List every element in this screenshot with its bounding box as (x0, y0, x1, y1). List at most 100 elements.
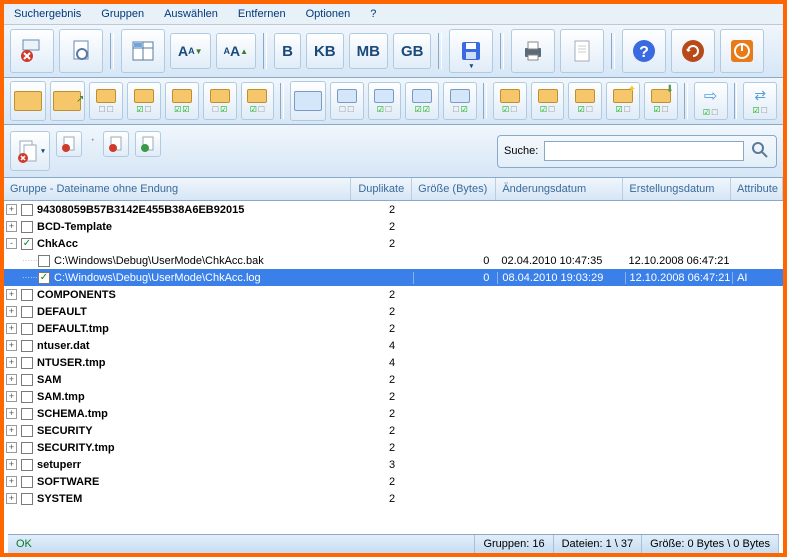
bfolder-cc-button[interactable]: ☑☑ (405, 82, 439, 120)
print-button[interactable] (511, 29, 555, 73)
expand-icon[interactable]: + (6, 459, 17, 470)
arrow-right-button[interactable]: ⇨☑☐ (694, 82, 728, 120)
expand-icon[interactable]: + (6, 374, 17, 385)
menu-entfernen[interactable]: Entfernen (234, 6, 290, 22)
menu-gruppen[interactable]: Gruppen (97, 6, 148, 22)
doc-x2-button[interactable] (103, 131, 129, 157)
checkbox[interactable] (21, 459, 33, 471)
expand-icon[interactable]: + (6, 391, 17, 402)
file-tree[interactable]: +94308059B57B3142E455B38A6EB920152+BCD-T… (4, 201, 783, 521)
expand-icon[interactable]: + (6, 221, 17, 232)
y2-button[interactable]: ☑☐ (531, 82, 565, 120)
search-input[interactable] (544, 141, 744, 161)
menu-optionen[interactable]: Optionen (302, 6, 355, 22)
checkbox[interactable] (21, 204, 33, 216)
checkbox[interactable] (21, 408, 33, 420)
group-row[interactable]: +SAM.tmp2 (4, 388, 783, 405)
checkbox[interactable]: ✓ (21, 238, 33, 250)
header-created[interactable]: Erstellungsdatum (623, 178, 731, 200)
group-row[interactable]: +SECURITY.tmp2 (4, 439, 783, 456)
group-row[interactable]: +SCHEMA.tmp2 (4, 405, 783, 422)
font-increase-button[interactable]: AA▲ (216, 33, 257, 69)
group-row[interactable]: +SYSTEM2 (4, 490, 783, 507)
doc-g-button[interactable] (135, 131, 161, 157)
file-row[interactable]: ⋯⋯ C:\Windows\Debug\UserMode\ChkAcc.bak0… (4, 252, 783, 269)
checkbox[interactable] (21, 221, 33, 233)
bfolder-uc-button[interactable]: ☐☑ (443, 82, 477, 120)
unit-mb-button[interactable]: MB (349, 33, 388, 69)
expand-icon[interactable]: + (6, 476, 17, 487)
delete-selected-button[interactable] (10, 29, 54, 73)
expand-icon[interactable]: - (6, 238, 17, 249)
group-row[interactable]: +SECURITY2 (4, 422, 783, 439)
bfolder-uu-button[interactable]: ☐☐ (330, 82, 364, 120)
group-row[interactable]: -✓ChkAcc2 (4, 235, 783, 252)
power-button[interactable] (720, 29, 764, 73)
checkbox[interactable] (38, 255, 50, 267)
checkbox[interactable] (21, 476, 33, 488)
header-attr[interactable]: Attribute (731, 178, 783, 200)
unit-b-button[interactable]: B (274, 33, 301, 69)
checkbox[interactable] (21, 493, 33, 505)
folder-open-button[interactable]: ↗ (50, 81, 86, 121)
checkbox[interactable] (21, 391, 33, 403)
doc-x-button[interactable] (56, 131, 82, 157)
checkbox[interactable] (21, 357, 33, 369)
font-decrease-button[interactable]: AA▼ (170, 33, 211, 69)
group-row[interactable]: +BCD-Template2 (4, 218, 783, 235)
save-button[interactable]: ▾ (449, 29, 493, 73)
checkbox[interactable]: ✓ (38, 272, 50, 284)
checkbox[interactable] (21, 442, 33, 454)
checkbox[interactable] (21, 425, 33, 437)
checkbox[interactable] (21, 289, 33, 301)
group-row[interactable]: +setuperr3 (4, 456, 783, 473)
y4-button[interactable]: ✦☑☐ (606, 82, 640, 120)
menu-suchergebnis[interactable]: Suchergebnis (10, 6, 85, 22)
group-row[interactable]: +SAM2 (4, 371, 783, 388)
y5-button[interactable]: ⬇☑☐ (644, 82, 678, 120)
doc-group-button[interactable]: ▾ (10, 131, 50, 171)
header-size[interactable]: Größe (Bytes) (412, 178, 496, 200)
checkbox[interactable] (21, 340, 33, 352)
columns-button[interactable] (121, 29, 165, 73)
group-row[interactable]: +ntuser.dat4 (4, 337, 783, 354)
y3-button[interactable]: ☑☐ (568, 82, 602, 120)
document-button[interactable] (560, 29, 604, 73)
folder-uc-button[interactable]: ☐☑ (203, 82, 237, 120)
menu-help[interactable]: ? (366, 6, 380, 22)
expand-icon[interactable]: + (6, 425, 17, 436)
expand-icon[interactable]: + (6, 204, 17, 215)
y1-button[interactable]: ☑☐ (493, 82, 527, 120)
help-button[interactable]: ? (622, 29, 666, 73)
swap-button[interactable]: ⇄☑☐ (743, 82, 777, 120)
group-row[interactable]: +NTUSER.tmp4 (4, 354, 783, 371)
expand-icon[interactable]: + (6, 442, 17, 453)
group-row[interactable]: +COMPONENTS2 (4, 286, 783, 303)
unit-gb-button[interactable]: GB (393, 33, 432, 69)
menu-auswaehlen[interactable]: Auswählen (160, 6, 222, 22)
expand-icon[interactable]: + (6, 493, 17, 504)
unit-kb-button[interactable]: KB (306, 33, 344, 69)
header-group[interactable]: Gruppe - Dateiname ohne Endung (4, 178, 351, 200)
folder-cu2-button[interactable]: ☑☐ (241, 82, 275, 120)
file-row[interactable]: ⋯⋯ ✓C:\Windows\Debug\UserMode\ChkAcc.log… (4, 269, 783, 286)
group-row[interactable]: +DEFAULT2 (4, 303, 783, 320)
folder-cu-button[interactable]: ☑☐ (127, 82, 161, 120)
group-row[interactable]: +94308059B57B3142E455B38A6EB920152 (4, 201, 783, 218)
expand-icon[interactable]: + (6, 306, 17, 317)
header-duplicates[interactable]: Duplikate (351, 178, 412, 200)
bfolder-button[interactable] (290, 81, 326, 121)
expand-icon[interactable]: + (6, 408, 17, 419)
bfolder-cu-button[interactable]: ☑☐ (368, 82, 402, 120)
search-icon[interactable] (750, 140, 770, 163)
checkbox[interactable] (21, 306, 33, 318)
group-row[interactable]: +DEFAULT.tmp2 (4, 320, 783, 337)
expand-icon[interactable]: + (6, 323, 17, 334)
refresh-button[interactable] (671, 29, 715, 73)
preview-button[interactable] (59, 29, 103, 73)
expand-icon[interactable]: + (6, 357, 17, 368)
expand-icon[interactable]: + (6, 289, 17, 300)
folder-button-1[interactable] (10, 81, 46, 121)
header-modified[interactable]: Änderungsdatum (496, 178, 623, 200)
folder-cc-button[interactable]: ☑☑ (165, 82, 199, 120)
